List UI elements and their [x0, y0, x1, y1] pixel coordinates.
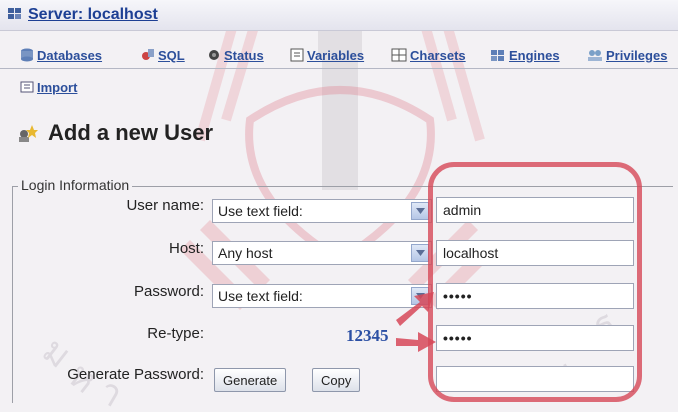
select-value: Any host — [218, 245, 273, 261]
password-label: Password: — [133, 283, 204, 300]
tab-bar: Databases SQL Status Variables Charsets … — [0, 44, 678, 69]
chevron-down-icon — [411, 202, 429, 220]
privileges-icon — [588, 50, 602, 61]
fieldset-legend: Login Information — [18, 177, 133, 193]
select-value: Use text field: — [218, 203, 303, 219]
server-link[interactable]: Server: localhost — [28, 6, 158, 24]
status-icon — [209, 50, 219, 60]
import-icon — [20, 81, 34, 93]
tab-label: Import — [37, 79, 78, 95]
tab-databases[interactable]: Databases — [20, 46, 102, 64]
username-label: User name: — [126, 197, 204, 214]
chevron-down-icon — [411, 244, 429, 262]
tab-privileges[interactable]: Privileges — [587, 46, 667, 64]
sql-icon — [142, 49, 154, 60]
tab-label: Charsets — [410, 47, 466, 63]
highlight-box — [428, 162, 642, 402]
server-icon — [8, 8, 21, 19]
tab-import[interactable]: Import — [20, 78, 77, 96]
tab-engines[interactable]: Engines — [490, 46, 560, 64]
generate-button[interactable]: Generate — [214, 368, 287, 392]
page-title: Add a new User — [48, 120, 214, 145]
tab-label: SQL — [158, 47, 185, 63]
host-mode-select[interactable]: Any host — [212, 241, 432, 265]
retype-label: Re-type: — [147, 325, 204, 342]
variables-icon — [290, 48, 304, 62]
password-hint-annotation: 12345 — [346, 326, 389, 345]
server-header: Server: localhost — [0, 0, 678, 31]
page-header: Add a new User — [16, 118, 213, 148]
engines-icon — [491, 50, 504, 61]
tab-label: Engines — [509, 47, 560, 63]
tab-label: Privileges — [606, 47, 668, 63]
database-icon — [21, 48, 33, 62]
tab-variables[interactable]: Variables — [290, 46, 364, 64]
tab-sql[interactable]: SQL — [141, 46, 185, 64]
tab-label: Variables — [307, 47, 365, 63]
add-user-icon — [19, 125, 38, 142]
password-mode-select[interactable]: Use text field: — [212, 284, 432, 308]
generate-password-label: Generate Password: — [67, 366, 204, 383]
tab-label: Status — [224, 47, 264, 63]
username-mode-select[interactable]: Use text field: — [212, 199, 432, 223]
tab-charsets[interactable]: Charsets — [391, 46, 466, 64]
select-value: Use text field: — [218, 288, 303, 304]
host-label: Host: — [168, 240, 204, 257]
tab-status[interactable]: Status — [207, 46, 264, 64]
tab-bar-second-row: Import — [0, 76, 678, 98]
charsets-icon — [391, 48, 407, 62]
copy-button[interactable]: Copy — [312, 368, 361, 392]
tab-label: Databases — [37, 47, 103, 63]
chevron-down-icon — [411, 287, 429, 305]
